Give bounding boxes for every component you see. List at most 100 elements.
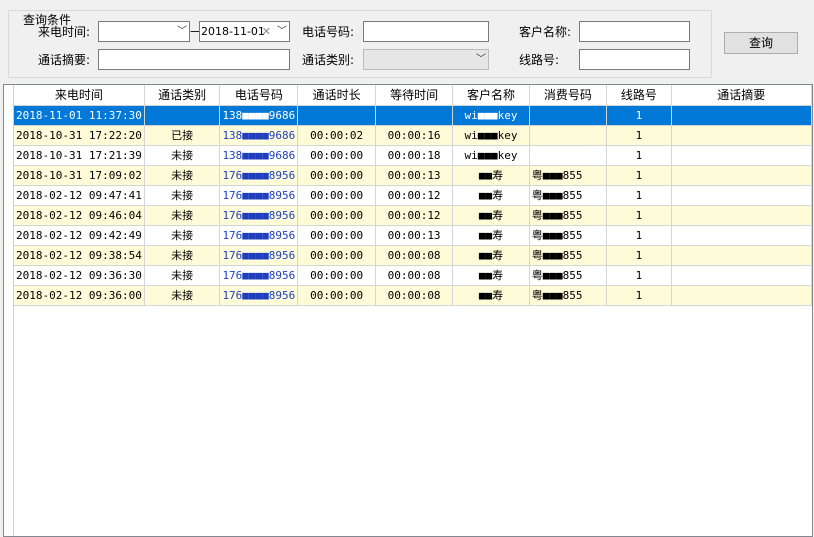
column-header[interactable]: 客户名称 — [452, 85, 530, 106]
cell-line[interactable]: 1 — [606, 265, 672, 286]
cell-account[interactable] — [529, 145, 608, 166]
cell-summary[interactable] — [671, 125, 813, 146]
cell-account[interactable] — [529, 105, 608, 126]
cell-duration[interactable]: 00:00:00 — [297, 245, 376, 266]
cell-duration[interactable]: 00:00:02 — [297, 125, 376, 146]
cell-summary[interactable] — [671, 105, 813, 126]
cell-summary[interactable] — [671, 205, 813, 226]
cell-type[interactable]: 未接 — [144, 185, 221, 206]
date-start-picker[interactable]: ﹀ — [98, 21, 190, 42]
cell-type[interactable]: 未接 — [144, 245, 221, 266]
summary-input[interactable] — [98, 49, 290, 70]
cell-type[interactable]: 未接 — [144, 265, 221, 286]
column-header[interactable]: 通话时长 — [297, 85, 376, 106]
cell-type[interactable]: 未接 — [144, 165, 221, 186]
cell-wait[interactable]: 00:00:16 — [375, 125, 454, 146]
cell-type[interactable]: 已接 — [144, 125, 221, 146]
customer-input[interactable] — [579, 21, 690, 42]
cell-time[interactable]: 2018-02-12 09:46:04 — [14, 205, 145, 226]
chevron-down-icon[interactable]: ﹀ — [474, 50, 488, 69]
cell-wait[interactable]: 00:00:13 — [375, 165, 454, 186]
column-header[interactable]: 通话类别 — [144, 85, 221, 106]
call-type-select[interactable]: ﹀ — [363, 49, 489, 70]
cell-wait[interactable]: 00:00:08 — [375, 245, 454, 266]
chevron-down-icon[interactable]: ﹀ — [175, 22, 189, 41]
cell-phone[interactable]: 138■■■■9686 — [219, 145, 299, 166]
cell-time[interactable]: 2018-02-12 09:47:41 — [14, 185, 145, 206]
table-row[interactable]: 2018-10-31 17:22:20 已接 138■■■■9686 00:00:02… — [14, 125, 813, 146]
cell-phone[interactable]: 176■■■■8956 — [219, 285, 299, 306]
cell-customer[interactable]: ■■寿 — [452, 205, 530, 226]
cell-phone[interactable]: 176■■■■8956 — [219, 165, 299, 186]
column-header[interactable]: 等待时间 — [375, 85, 454, 106]
cell-time[interactable]: 2018-10-31 17:09:02 — [14, 165, 145, 186]
cell-account[interactable]: 粤■■■855 — [529, 165, 608, 186]
cell-duration[interactable] — [297, 105, 376, 126]
cell-phone[interactable]: 176■■■■8956 — [219, 225, 299, 246]
cell-line[interactable]: 1 — [606, 185, 672, 206]
cell-wait[interactable]: 00:00:13 — [375, 225, 454, 246]
cell-wait[interactable] — [375, 105, 454, 126]
cell-phone[interactable]: 176■■■■8956 — [219, 265, 299, 286]
cell-account[interactable]: 粤■■■855 — [529, 265, 608, 286]
cell-duration[interactable]: 00:00:00 — [297, 265, 376, 286]
table-row[interactable]: 2018-11-01 11:37:30 138■■■■9686 wi■■■key 1 — [14, 105, 813, 126]
cell-customer[interactable]: ■■寿 — [452, 245, 530, 266]
cell-account[interactable]: 粤■■■855 — [529, 225, 608, 246]
column-header[interactable]: 电话号码 — [219, 85, 299, 106]
cell-line[interactable]: 1 — [606, 165, 672, 186]
cell-line[interactable]: 1 — [606, 225, 672, 246]
cell-phone[interactable]: 176■■■■8956 — [219, 245, 299, 266]
table-row[interactable]: 2018-02-12 09:46:04 未接 176■■■■8956 00:00:00… — [14, 205, 813, 226]
table-row[interactable]: 2018-02-12 09:36:00 未接 176■■■■8956 00:00:00… — [14, 285, 813, 306]
phone-input[interactable] — [363, 21, 489, 42]
cell-type[interactable]: 未接 — [144, 285, 221, 306]
cell-duration[interactable]: 00:00:00 — [297, 185, 376, 206]
cell-account[interactable]: 粤■■■855 — [529, 185, 608, 206]
cell-customer[interactable]: ■■寿 — [452, 185, 530, 206]
cell-summary[interactable] — [671, 245, 813, 266]
cell-time[interactable]: 2018-11-01 11:37:30 — [14, 105, 145, 126]
cell-time[interactable]: 2018-10-31 17:21:39 — [14, 145, 145, 166]
cell-customer[interactable]: wi■■■key — [452, 145, 530, 166]
clear-icon[interactable]: ✕ — [262, 22, 271, 41]
table-row[interactable]: 2018-02-12 09:38:54 未接 176■■■■8956 00:00:00… — [14, 245, 813, 266]
cell-time[interactable]: 2018-10-31 17:22:20 — [14, 125, 145, 146]
cell-duration[interactable]: 00:00:00 — [297, 285, 376, 306]
cell-phone[interactable]: 176■■■■8956 — [219, 205, 299, 226]
cell-line[interactable]: 1 — [606, 285, 672, 306]
cell-summary[interactable] — [671, 145, 813, 166]
cell-line[interactable]: 1 — [606, 145, 672, 166]
cell-customer[interactable]: ■■寿 — [452, 225, 530, 246]
cell-customer[interactable]: ■■寿 — [452, 285, 530, 306]
date-end-picker[interactable]: 2018-11-01 ✕ ﹀ — [199, 21, 290, 42]
call-records-grid[interactable]: 来电时间 通话类别 电话号码 通话时长 等待时间 客户名称 消费号码 线路号 通… — [3, 84, 813, 537]
cell-wait[interactable]: 00:00:12 — [375, 185, 454, 206]
cell-type[interactable] — [144, 105, 221, 126]
cell-summary[interactable] — [671, 265, 813, 286]
cell-wait[interactable]: 00:00:12 — [375, 205, 454, 226]
cell-time[interactable]: 2018-02-12 09:36:00 — [14, 285, 145, 306]
cell-time[interactable]: 2018-02-12 09:42:49 — [14, 225, 145, 246]
cell-time[interactable]: 2018-02-12 09:38:54 — [14, 245, 145, 266]
cell-type[interactable]: 未接 — [144, 205, 221, 226]
cell-wait[interactable]: 00:00:18 — [375, 145, 454, 166]
cell-wait[interactable]: 00:00:08 — [375, 265, 454, 286]
cell-summary[interactable] — [671, 185, 813, 206]
table-row[interactable]: 2018-10-31 17:09:02 未接 176■■■■8956 00:00:00… — [14, 165, 813, 186]
column-header[interactable]: 消费号码 — [529, 85, 608, 106]
cell-duration[interactable]: 00:00:00 — [297, 165, 376, 186]
cell-duration[interactable]: 00:00:00 — [297, 145, 376, 166]
cell-customer[interactable]: wi■■■key — [452, 105, 530, 126]
cell-summary[interactable] — [671, 225, 813, 246]
cell-account[interactable] — [529, 125, 608, 146]
cell-account[interactable]: 粤■■■855 — [529, 285, 608, 306]
cell-phone[interactable]: 138■■■■9686 — [219, 105, 299, 126]
column-header[interactable]: 通话摘要 — [671, 85, 813, 106]
column-header[interactable]: 线路号 — [606, 85, 672, 106]
cell-duration[interactable]: 00:00:00 — [297, 225, 376, 246]
cell-line[interactable]: 1 — [606, 125, 672, 146]
chevron-down-icon[interactable]: ﹀ — [277, 22, 287, 41]
cell-summary[interactable] — [671, 165, 813, 186]
column-header[interactable]: 来电时间 — [14, 85, 145, 106]
